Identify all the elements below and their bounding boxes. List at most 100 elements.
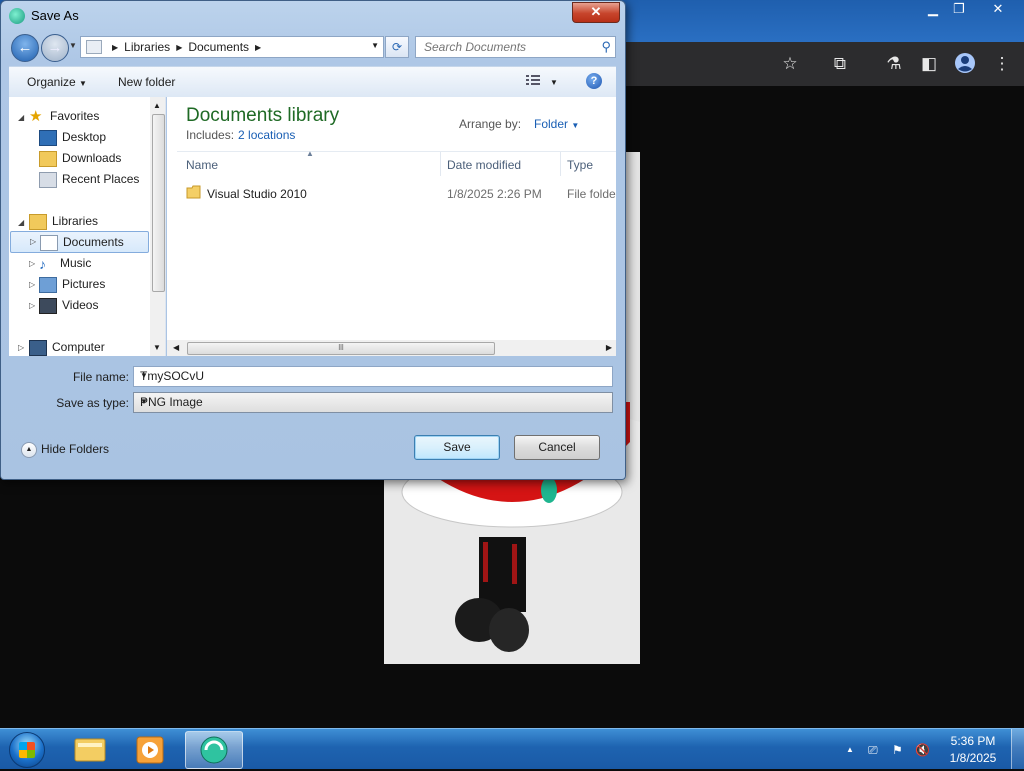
- expand-arrow-icon[interactable]: ▷: [29, 259, 35, 268]
- column-separator[interactable]: [560, 152, 561, 176]
- nav-pictures[interactable]: Pictures: [39, 274, 105, 294]
- clock-date[interactable]: 1/8/2025: [943, 751, 1003, 765]
- breadcrumb-arrow-icon[interactable]: ▶: [255, 43, 261, 52]
- labs-flask-icon[interactable]: ⚗: [882, 52, 906, 76]
- videos-icon: [39, 297, 57, 314]
- view-options-dropdown-icon[interactable]: ▼: [550, 78, 558, 87]
- browser-menu-icon[interactable]: ⋮: [990, 52, 1014, 76]
- recent-places-icon: [39, 171, 57, 188]
- scroll-down-icon[interactable]: ▼: [153, 343, 161, 352]
- taskbar-media-player[interactable]: [122, 731, 178, 767]
- libraries-icon: [29, 213, 47, 230]
- app-icon: [9, 8, 25, 24]
- breadcrumb-documents[interactable]: Documents: [188, 40, 249, 54]
- expand-arrow-icon[interactable]: ▷: [29, 280, 35, 289]
- column-separator[interactable]: [440, 152, 441, 176]
- documents-icon: [40, 234, 58, 251]
- collapse-arrow-icon[interactable]: ◢: [18, 113, 24, 122]
- save-as-dialog: Save As ✕ ← → ▼ ▶ Libraries ▶ Documents …: [0, 0, 626, 480]
- nav-videos[interactable]: Videos: [39, 295, 98, 315]
- taskbar: ▲ ⎚ ⚑ 🔇 5:36 PM 1/8/2025: [0, 728, 1024, 769]
- change-view-icon[interactable]: [525, 73, 541, 87]
- breadcrumb-arrow-icon[interactable]: ▶: [112, 43, 118, 52]
- file-name-field[interactable]: TmySOCvU ▼: [133, 366, 613, 387]
- taskbar-browser-active[interactable]: [185, 731, 243, 769]
- new-folder-button[interactable]: New folder: [118, 75, 175, 89]
- file-list-pane: Documents library Includes: 2 locations A…: [167, 97, 616, 356]
- save-as-type-dropdown-icon[interactable]: ▼: [140, 397, 608, 406]
- clock-time[interactable]: 5:36 PM: [943, 734, 1003, 748]
- search-icon[interactable]: ⚲: [601, 39, 611, 55]
- extensions-icon[interactable]: ⧉: [828, 52, 852, 76]
- file-row-type: File folder: [567, 187, 616, 201]
- column-type[interactable]: Type: [567, 158, 593, 172]
- show-desktop-button[interactable]: [1011, 729, 1024, 769]
- browser-app-icon: [200, 736, 228, 764]
- address-dropdown-icon[interactable]: ▼: [371, 41, 379, 50]
- back-button[interactable]: ←: [11, 34, 39, 62]
- file-name-dropdown-icon[interactable]: ▼: [140, 371, 608, 380]
- nav-pane-scroll-thumb[interactable]: [152, 114, 165, 292]
- refresh-button[interactable]: ⟳: [385, 36, 409, 58]
- sort-ascending-icon: ▲: [306, 149, 314, 158]
- library-includes: Includes: 2 locations: [186, 128, 295, 142]
- nav-downloads[interactable]: Downloads: [39, 148, 121, 168]
- save-as-type-select[interactable]: PNG Image ▼: [133, 392, 613, 413]
- scroll-right-icon[interactable]: ▶: [606, 343, 612, 352]
- breadcrumb-arrow-icon[interactable]: ▶: [176, 43, 182, 52]
- help-icon[interactable]: ?: [586, 73, 602, 89]
- address-bar[interactable]: ▶ Libraries ▶ Documents ▶ ▼: [80, 36, 384, 58]
- expand-arrow-icon[interactable]: ▷: [29, 301, 35, 310]
- search-input[interactable]: [422, 39, 596, 55]
- music-icon: ♪: [39, 255, 46, 272]
- library-icon: [86, 40, 102, 54]
- hide-folders-button[interactable]: ▲ Hide Folders: [21, 442, 109, 458]
- dialog-title: Save As: [31, 8, 79, 23]
- header-divider: [177, 151, 616, 152]
- side-panel-icon[interactable]: ◧: [917, 52, 941, 76]
- nav-recent-places[interactable]: Recent Places: [39, 169, 139, 189]
- minimize-icon[interactable]: ▁: [919, 0, 947, 18]
- scroll-up-icon[interactable]: ▲: [153, 101, 161, 110]
- desktop-icon: [39, 129, 57, 146]
- file-list-scroll-thumb[interactable]: lll: [187, 342, 495, 355]
- taskbar-explorer[interactable]: [62, 731, 118, 767]
- expand-arrow-icon[interactable]: ▷: [30, 232, 36, 252]
- column-name[interactable]: Name: [186, 158, 218, 172]
- volume-muted-icon[interactable]: 🔇: [915, 743, 930, 757]
- save-button[interactable]: Save: [414, 435, 500, 460]
- nav-computer[interactable]: Computer: [29, 337, 105, 357]
- organize-button[interactable]: Organize ▼: [27, 75, 87, 89]
- nav-documents[interactable]: ▷ Documents: [10, 231, 149, 253]
- bookmark-star-icon[interactable]: ☆: [778, 52, 802, 76]
- recent-locations-dropdown-icon[interactable]: ▼: [69, 41, 77, 50]
- file-name-label: File name:: [72, 370, 129, 384]
- back-arrow-icon: ←: [17, 39, 33, 56]
- search-box[interactable]: ⚲: [415, 36, 616, 58]
- nav-favorites[interactable]: ★ Favorites: [29, 106, 99, 126]
- arrange-by-dropdown[interactable]: Folder ▼: [534, 117, 579, 131]
- nav-music[interactable]: ♪ Music: [39, 253, 91, 273]
- breadcrumb-libraries[interactable]: Libraries: [124, 40, 170, 54]
- collapse-arrow-icon[interactable]: ◢: [18, 218, 24, 227]
- nav-desktop[interactable]: Desktop: [39, 127, 106, 147]
- downloads-folder-icon: [39, 150, 57, 167]
- forward-button[interactable]: →: [41, 34, 69, 62]
- show-hidden-icons[interactable]: ▲: [846, 745, 854, 754]
- start-button[interactable]: [9, 732, 45, 768]
- profile-avatar-icon[interactable]: [953, 52, 977, 76]
- arrange-by-label: Arrange by:: [459, 117, 522, 131]
- cancel-button[interactable]: Cancel: [514, 435, 600, 460]
- file-row-name[interactable]: Visual Studio 2010: [207, 187, 307, 201]
- restore-icon[interactable]: ❐: [945, 0, 973, 18]
- close-button[interactable]: ✕: [572, 2, 620, 23]
- nav-libraries[interactable]: Libraries: [29, 211, 98, 231]
- window-close-icon[interactable]: ✕: [984, 0, 1012, 18]
- expand-arrow-icon[interactable]: ▷: [18, 343, 24, 352]
- action-center-flag-icon[interactable]: ⚑: [892, 743, 903, 757]
- locations-link[interactable]: 2 locations: [238, 128, 295, 142]
- scroll-left-icon[interactable]: ◀: [173, 343, 179, 352]
- includes-label: Includes:: [186, 128, 235, 142]
- column-date-modified[interactable]: Date modified: [447, 158, 521, 172]
- network-icon[interactable]: ⎚: [868, 743, 878, 758]
